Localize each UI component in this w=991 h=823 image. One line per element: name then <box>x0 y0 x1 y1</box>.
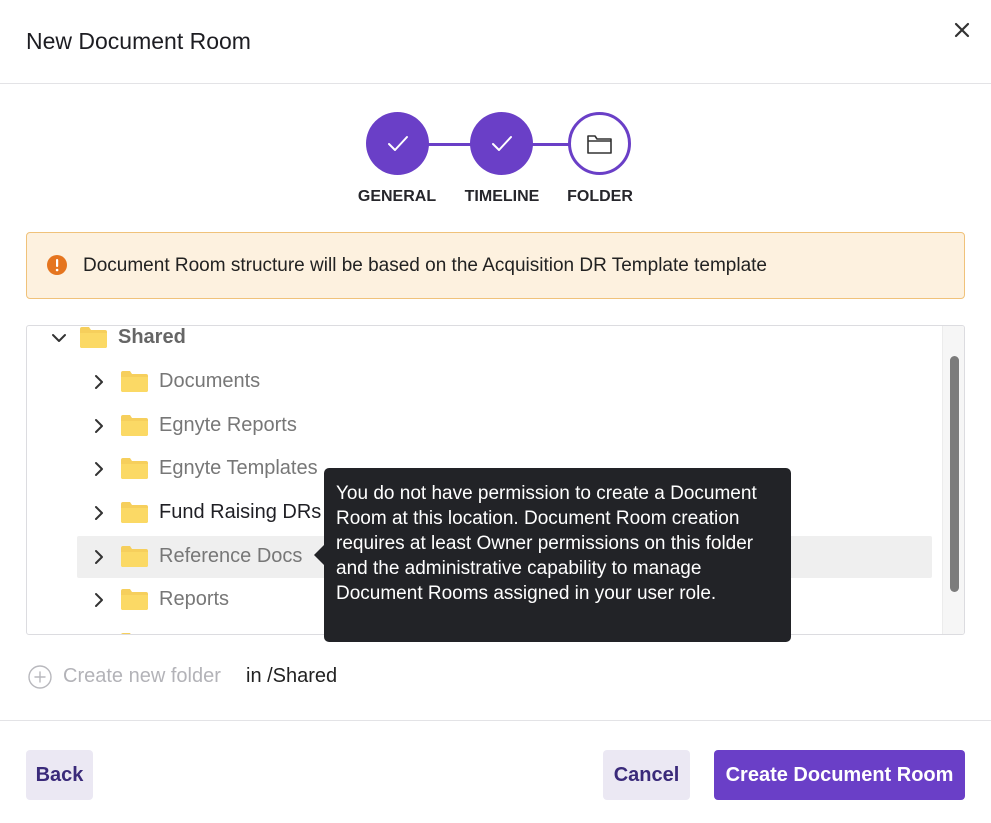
chevron-right-icon[interactable] <box>91 374 107 390</box>
step-connector <box>427 143 472 146</box>
tree-label: Egnyte Reports <box>159 414 297 436</box>
tree-row-egnyte-reports[interactable]: Egnyte Reports <box>77 406 932 446</box>
chevron-right-icon[interactable] <box>91 418 107 434</box>
alert-message: Document Room structure will be based on… <box>83 255 767 276</box>
folder-icon <box>121 633 131 634</box>
folder-icon <box>121 458 148 479</box>
cancel-button[interactable]: Cancel <box>603 750 690 800</box>
tree-label: Documents <box>159 370 261 392</box>
folder-icon <box>121 546 148 567</box>
tooltip-arrow <box>314 545 324 565</box>
folder-icon <box>121 415 148 436</box>
create-folder-path: in /Shared <box>246 665 338 687</box>
dialog-title: New Document Room <box>26 28 251 54</box>
chevron-right-icon[interactable] <box>91 505 107 521</box>
check-icon <box>492 136 512 151</box>
back-button[interactable]: Back <box>26 750 93 800</box>
step-connector <box>532 143 570 146</box>
step-general-circle <box>366 112 429 175</box>
template-alert: Document Room structure will be based on… <box>26 232 965 299</box>
folder-icon <box>121 502 148 523</box>
folder-icon <box>121 371 148 392</box>
step-label-folder: FOLDER <box>567 188 633 205</box>
tree-label: Reports <box>159 588 230 610</box>
tree-label: Reference Docs <box>159 545 303 567</box>
stepper: GENERAL TIMELINE FOLDER <box>0 112 991 212</box>
create-document-room-button[interactable]: Create Document Room <box>714 750 965 800</box>
check-icon <box>388 136 408 151</box>
folder-icon <box>80 327 107 348</box>
tree-row-shared[interactable]: Shared <box>27 326 942 358</box>
close-icon[interactable] <box>950 18 974 42</box>
chevron-down-icon[interactable] <box>51 330 67 346</box>
step-label-general: GENERAL <box>357 188 437 205</box>
chevron-right-icon[interactable] <box>91 549 107 565</box>
plus-circle-icon[interactable] <box>28 665 52 689</box>
step-label-timeline: TIMELINE <box>464 188 540 205</box>
scrollbar-thumb[interactable] <box>950 356 959 592</box>
permission-tooltip: You do not have permission to create a D… <box>314 468 791 642</box>
dialog-footer: Back Cancel Create Document Room <box>0 720 991 823</box>
chevron-right-icon[interactable] <box>91 461 107 477</box>
dialog-header: New Document Room <box>0 0 991 84</box>
step-timeline-circle <box>470 112 533 175</box>
folder-icon <box>587 135 612 154</box>
chevron-right-icon[interactable] <box>91 592 107 608</box>
tree-scrollbar[interactable] <box>942 326 964 634</box>
tooltip-text: You do not have permission to create a D… <box>336 483 757 604</box>
tree-label: Shared <box>118 326 186 348</box>
create-new-folder-link[interactable]: Create new folder <box>63 665 221 688</box>
tree-label: Fund Raising DRs <box>159 501 322 523</box>
tree-row-documents[interactable]: Documents <box>77 362 932 402</box>
step-folder-circle <box>568 112 631 175</box>
warning-icon <box>47 255 67 275</box>
tree-label: Egnyte Templates <box>159 457 318 479</box>
folder-icon <box>121 589 148 610</box>
